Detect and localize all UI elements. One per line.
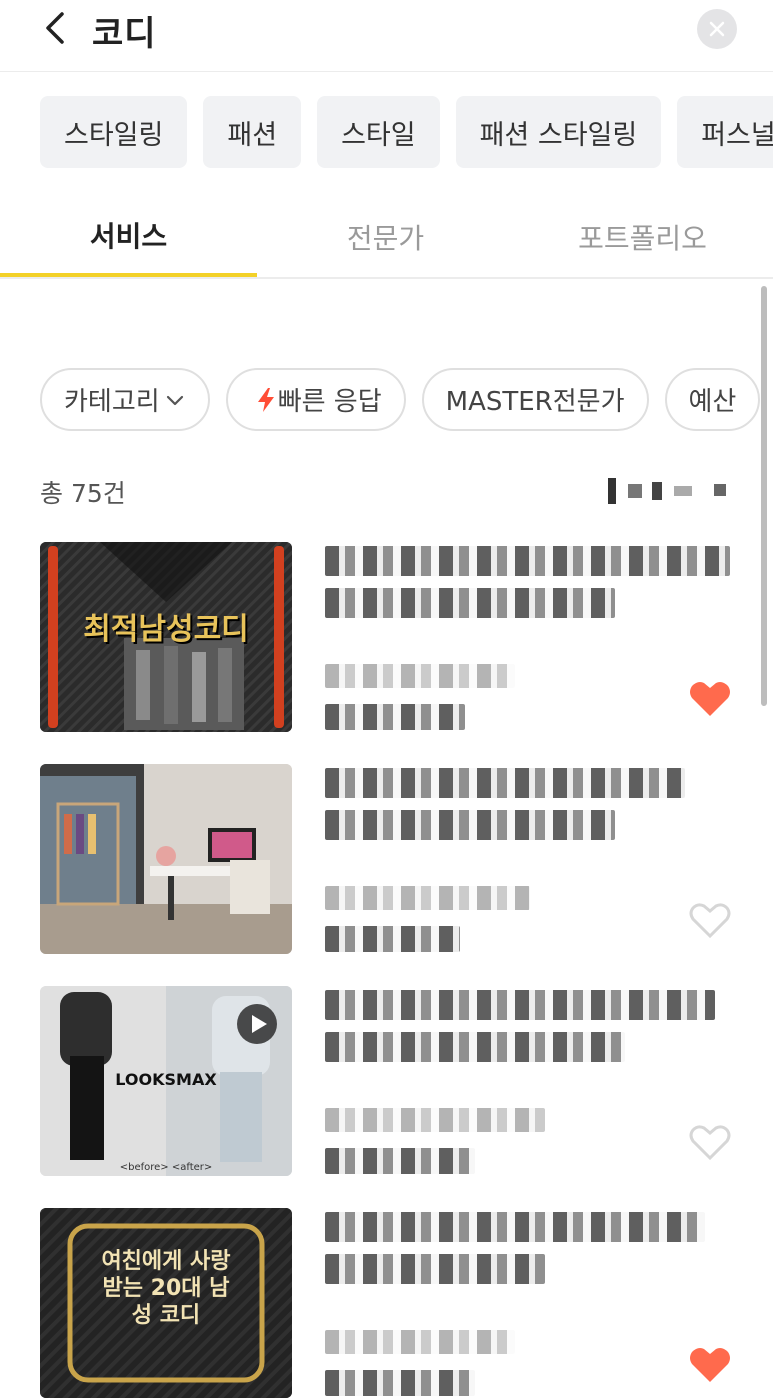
service-thumbnail: 최적남성코디 xyxy=(40,542,292,732)
tab-expert[interactable]: 전문가 xyxy=(257,196,514,277)
tab-service[interactable]: 서비스 xyxy=(0,196,257,277)
list-item[interactable]: LOOKSMAX <before> <after> xyxy=(40,986,740,1176)
price-text xyxy=(325,1370,475,1396)
price-text xyxy=(325,1148,475,1174)
keyword-chip[interactable]: 퍼스널 xyxy=(677,96,773,168)
service-title xyxy=(325,1254,545,1284)
seller-info xyxy=(325,1108,545,1132)
scrollbar[interactable] xyxy=(761,286,767,706)
service-thumbnail: LOOKSMAX <before> <after> xyxy=(40,986,292,1176)
master-expert-filter[interactable]: MASTER전문가 xyxy=(421,368,649,431)
list-item[interactable]: 최적남성코디 xyxy=(40,542,740,732)
quick-response-label: 빠른 응답 xyxy=(277,387,382,417)
heart-outline-icon[interactable] xyxy=(688,900,732,940)
service-title xyxy=(325,810,615,840)
service-title xyxy=(325,768,685,798)
category-filter[interactable]: 카테고리 xyxy=(40,368,210,431)
keyword-chip[interactable]: 패션 스타일링 xyxy=(455,96,662,168)
chevron-down-icon xyxy=(166,395,183,405)
service-thumbnail xyxy=(40,764,292,954)
service-title xyxy=(325,990,715,1020)
price-text xyxy=(325,704,465,730)
search-header: 코디 xyxy=(0,0,773,72)
thumbnail-title: 여친에게 사랑받는 20대 남성 코디 xyxy=(101,1249,231,1328)
back-button[interactable] xyxy=(36,8,76,48)
lightning-icon xyxy=(257,387,274,412)
price-text xyxy=(325,926,460,952)
list-item[interactable]: 여친에게 사랑받는 20대 남성 코디 xyxy=(40,1208,740,1398)
sort-dropdown[interactable] xyxy=(608,478,728,504)
clear-search-button[interactable] xyxy=(697,9,737,49)
seller-info xyxy=(325,886,530,910)
thumbnail-title: LOOKSMAX xyxy=(115,1070,217,1089)
filter-bar: 카테고리 빠른 응답 MASTER전문가 예산 xyxy=(40,368,773,431)
search-query[interactable]: 코디 xyxy=(92,6,157,55)
result-count: 총 75건 xyxy=(40,479,126,508)
quick-response-filter[interactable]: 빠른 응답 xyxy=(225,368,406,431)
video-play-button[interactable] xyxy=(236,1004,278,1046)
service-thumbnail: 여친에게 사랑받는 20대 남성 코디 xyxy=(40,1208,292,1398)
service-title xyxy=(325,1212,705,1242)
keyword-chip[interactable]: 스타일링 xyxy=(40,96,188,168)
thumbnail-title: 최적남성코디 xyxy=(83,612,249,647)
service-title xyxy=(325,1032,625,1062)
service-title xyxy=(325,588,615,618)
result-tabs: 서비스 전문가 포트폴리오 xyxy=(0,196,773,279)
seller-info xyxy=(325,1330,515,1354)
related-keywords: 스타일링 패션 스타일 패션 스타일링 퍼스널 xyxy=(40,96,773,168)
chevron-left-icon xyxy=(46,12,64,44)
list-item[interactable] xyxy=(40,764,740,954)
service-title xyxy=(325,546,730,576)
heart-icon[interactable] xyxy=(688,678,732,718)
keyword-chip[interactable]: 스타일 xyxy=(317,96,440,168)
category-filter-label: 카테고리 xyxy=(64,387,160,417)
heart-icon[interactable] xyxy=(688,1344,732,1384)
thumbnail-caption: <before> <after> xyxy=(119,1162,213,1173)
thumbnail-image xyxy=(40,764,292,954)
seller-info xyxy=(325,664,515,688)
heart-outline-icon[interactable] xyxy=(688,1122,732,1162)
keyword-chip[interactable]: 패션 xyxy=(203,96,302,168)
close-icon xyxy=(709,21,725,37)
tab-portfolio[interactable]: 포트폴리오 xyxy=(514,196,771,277)
budget-filter[interactable]: 예산 xyxy=(664,368,761,431)
